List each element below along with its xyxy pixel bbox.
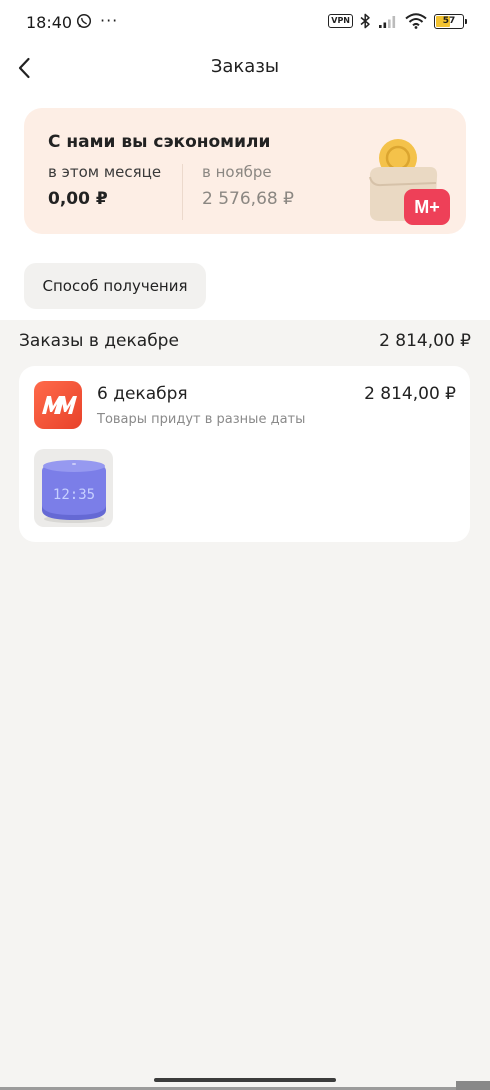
status-left-icons: ···: [76, 13, 118, 29]
page-title: Заказы: [210, 56, 280, 77]
savings-divider: [182, 164, 183, 220]
status-right-icons: VPN 57: [328, 13, 467, 29]
order-amount: 2 814,00 ₽: [364, 384, 456, 404]
savings-current-value: 0,00 ₽: [48, 189, 108, 209]
status-bar: 18:40 ··· VPN 57: [0, 0, 490, 46]
battery-icon: 57: [434, 13, 467, 29]
whatsapp-icon: [76, 13, 92, 29]
savings-previous-value: 2 576,68 ₽: [202, 189, 294, 209]
order-delivery-note: Товары придут в разные даты: [97, 412, 306, 427]
megamarket-logo-icon: [34, 381, 82, 429]
more-notifications-icon: ···: [100, 11, 119, 30]
order-card[interactable]: 6 декабря 2 814,00 ₽ Товары придут в раз…: [19, 366, 470, 542]
vpn-badge: VPN: [328, 14, 353, 28]
savings-previous-label: в ноябре: [202, 163, 272, 181]
battery-cap: [465, 18, 467, 24]
savings-current-month: в этом месяце 0,00 ₽: [48, 163, 161, 209]
orders-month-title: Заказы в декабре: [19, 331, 179, 351]
status-time: 18:40: [26, 13, 73, 32]
wallet-coin-illustration: M+: [369, 139, 450, 225]
signal-icon: [379, 15, 396, 28]
wifi-icon: [405, 13, 427, 29]
bluetooth-icon: [360, 13, 370, 29]
savings-previous-month: в ноябре 2 576,68 ₽: [202, 163, 294, 209]
product-thumbnail[interactable]: 12:35: [34, 449, 113, 527]
savings-card[interactable]: С нами вы сэкономили в этом месяце 0,00 …: [24, 108, 466, 234]
delivery-method-filter[interactable]: Способ получения: [24, 263, 206, 309]
m-plus-badge: M+: [414, 197, 440, 217]
corner-mark: [456, 1081, 490, 1090]
home-indicator[interactable]: [154, 1078, 336, 1082]
speaker-clock-display: 12:35: [53, 487, 95, 503]
battery-level: 57: [442, 15, 456, 26]
order-date: 6 декабря: [97, 384, 188, 404]
orders-month-total: 2 814,00 ₽: [379, 331, 471, 351]
smart-speaker-image: 12:35: [42, 460, 106, 523]
savings-title: С нами вы сэкономили: [48, 132, 271, 152]
savings-current-label: в этом месяце: [48, 163, 162, 181]
